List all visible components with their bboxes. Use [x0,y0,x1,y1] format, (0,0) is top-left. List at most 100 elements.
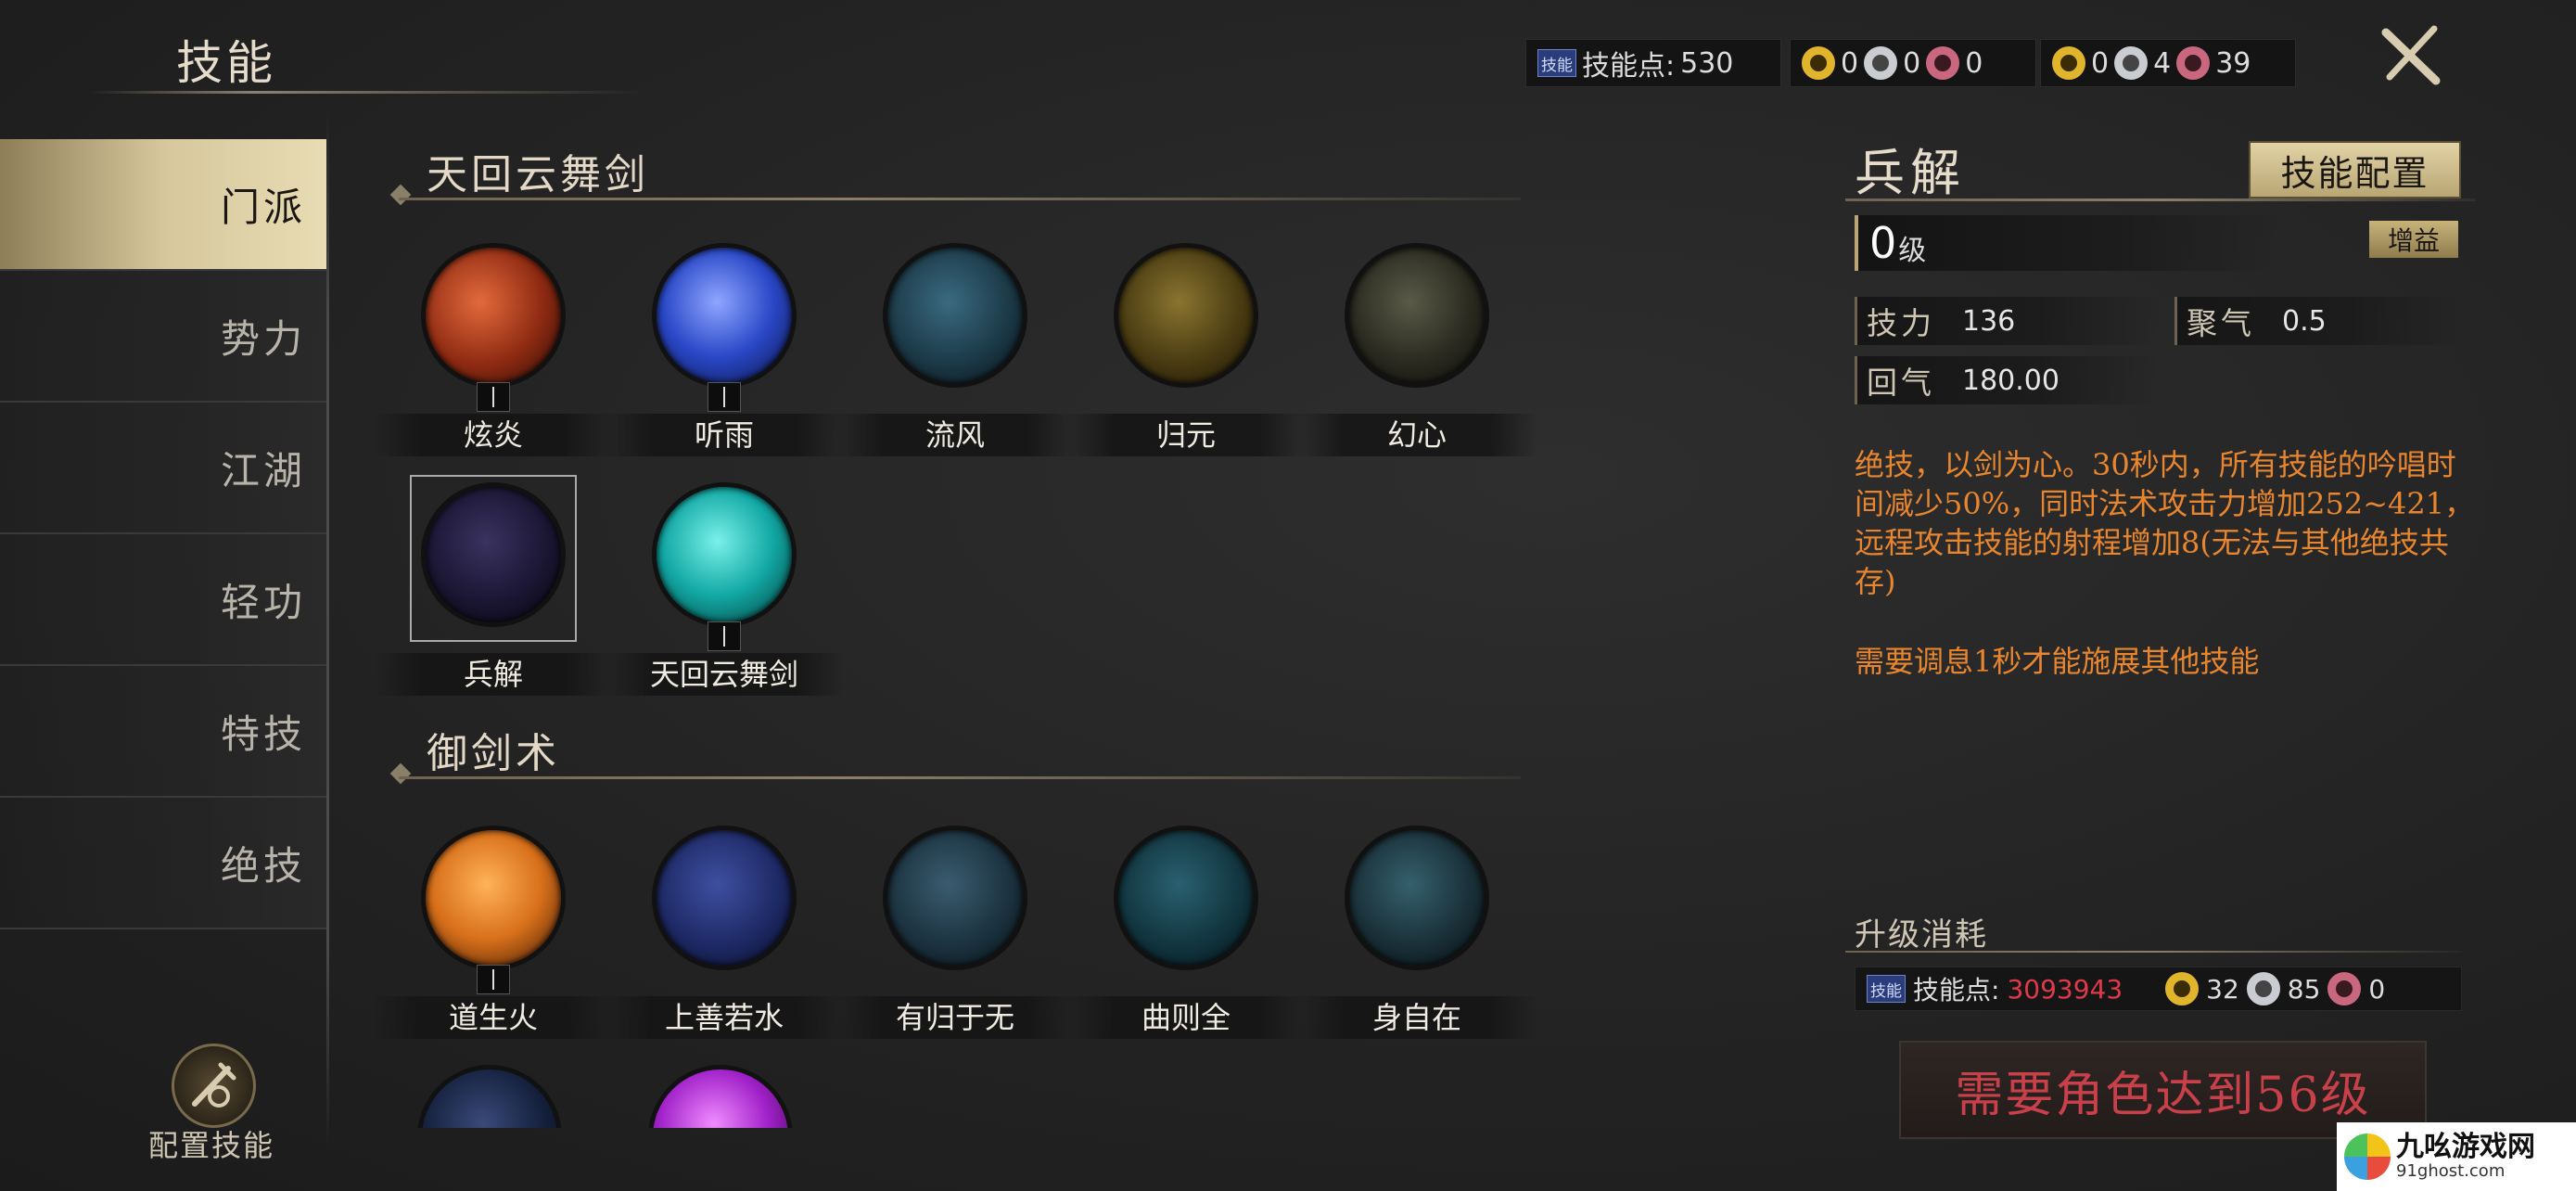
skill-level-value: 0 [1869,218,1897,268]
sidebar-item-label: 绝技 [220,842,306,889]
stat-label: 技力 [1867,305,1935,341]
section-title-yujianshu: 御剑术 [427,730,560,777]
sidebar: 门派 势力 江湖 轻功 特技 绝技 [0,139,326,937]
upgrade-cost-title: 升级消耗 [1855,916,1988,954]
skill-icon [417,1065,562,1128]
skill-name: 道生火 [373,996,614,1039]
skill-xuanyan[interactable]: 炫炎 [373,243,614,456]
skill-huanxin[interactable]: 幻心 [1296,243,1537,456]
upgrade-points-value: 3093943 [2007,973,2123,1005]
sidebar-item-qinggong[interactable]: 轻功 [0,534,326,666]
currency-a-silver: 0 [1903,46,1921,80]
origin-sword-icon [1114,243,1258,388]
silver-coin-icon [2246,972,2280,1005]
stat-label: 回气 [1867,365,1935,401]
skill-quzequan[interactable]: 曲则全 [1065,826,1307,1039]
section-marker [389,762,412,785]
dissolve-sword-icon [421,482,566,627]
detail-title: 兵解 [1855,144,1966,202]
sidebar-item-sect[interactable]: 门派 [0,139,326,271]
skill-level-unit: 级 [1898,235,1927,267]
stat-skill-power: 技力 136 [1855,297,2161,345]
skill-name: 流风 [835,414,1076,456]
skill-daoshenghuo[interactable]: 道生火 [373,826,614,1039]
currency-display-b: 0 4 39 [2040,39,2296,87]
title-underline [88,91,644,94]
bound-silver-coin-icon [2114,46,2149,80]
stat-value: 0.5 [2282,304,2327,338]
free-body-icon [1345,826,1489,970]
stat-gather-qi: 聚气 0.5 [2174,297,2462,345]
skill-level-slot [708,621,741,651]
silver-coin-icon [1864,46,1898,80]
stat-qi-recovery: 回气 180.00 [1855,356,2161,404]
skill-points-value: 530 [1680,46,1734,80]
sidebar-item-label: 门派 [220,184,306,230]
bound-gold-coin-icon [2052,46,2085,80]
flame-sword-icon [421,243,566,388]
skill-description: 绝技，以剑为心。30秒内，所有技能的吟唱时间减少50%，同时法术攻击力增加252… [1855,447,2475,599]
skill-points-label: 技能点: [1582,50,1676,83]
skill-partial-1[interactable] [417,1065,566,1128]
currency-display-a: 0 0 0 [1790,39,2036,87]
skill-partial-2[interactable] [648,1065,797,1128]
rain-sword-icon [652,243,797,388]
skill-name: 上善若水 [604,996,845,1039]
skill-liufeng[interactable]: 流风 [835,243,1076,456]
gold-coin-icon [1802,46,1835,80]
detail-divider [1845,198,2476,201]
copper-coin-icon [2327,972,2362,1005]
currency-b-gold: 0 [2091,46,2110,80]
bound-copper-coin-icon [2176,46,2211,80]
skill-tag-icon: 技能 [1537,49,1576,77]
sidebar-item-label: 特技 [220,711,306,757]
sidebar-item-ultimate[interactable]: 绝技 [0,798,326,929]
section-divider [399,198,1521,200]
water-dao-icon [652,826,797,970]
skill-youguiyuwu[interactable]: 有归于无 [835,826,1076,1039]
upgrade-gold: 32 [2206,973,2239,1005]
sidebar-divider [326,111,329,1150]
sidebar-item-label: 江湖 [220,447,306,493]
page-title: 技能 [176,36,276,90]
upgrade-points-label: 技能点: [1913,975,2000,1005]
skill-name: 炫炎 [373,414,614,456]
site-watermark: 九吆游戏网 91ghost.com [2337,1122,2576,1191]
skill-points-display: 技能 技能点: 530 [1525,39,1781,87]
section-divider [399,776,1521,779]
skill-shenzizai[interactable]: 身自在 [1296,826,1537,1039]
sidebar-item-label: 轻功 [220,579,306,625]
skill-name: 归元 [1065,414,1307,456]
skill-shangshanruoshui[interactable]: 上善若水 [604,826,845,1039]
bent-sword-icon [1114,826,1258,970]
watermark-url: 91ghost.com [2396,1161,2506,1181]
void-dao-icon [883,826,1027,970]
stat-label: 聚气 [2187,305,2255,341]
skill-name: 兵解 [373,653,614,696]
sidebar-item-special[interactable]: 特技 [0,666,326,798]
skill-level-slot [708,382,741,412]
currency-b-copper: 39 [2215,46,2251,80]
upgrade-copper: 0 [2368,973,2386,1005]
skill-guiyuan[interactable]: 归元 [1065,243,1307,456]
skill-name: 幻心 [1296,414,1537,456]
skill-tianhui-yunwujian[interactable]: 天回云舞剑 [604,482,845,696]
configure-skills-button[interactable] [172,1044,256,1128]
illusion-sword-icon [1345,243,1489,388]
configure-skills-label: 配置技能 [148,1128,275,1163]
gold-coin-icon [2165,972,2200,1005]
skill-name: 听雨 [604,414,845,456]
sword-config-icon [192,1062,236,1108]
skill-name: 有归于无 [835,996,1076,1039]
sidebar-item-jianghu[interactable]: 江湖 [0,403,326,534]
skill-tag-icon: 技能 [1867,975,1906,1003]
stat-value: 136 [1962,304,2016,338]
skill-name: 天回云舞剑 [604,653,845,696]
skill-config-button[interactable]: 技能配置 [2249,141,2461,198]
skill-bingjie[interactable]: 兵解 [373,475,614,696]
close-button[interactable] [2378,23,2443,88]
sidebar-item-faction[interactable]: 势力 [0,271,326,403]
fire-dao-icon [421,826,566,970]
skill-tingyu[interactable]: 听雨 [604,243,845,456]
wind-sword-icon [883,243,1027,388]
